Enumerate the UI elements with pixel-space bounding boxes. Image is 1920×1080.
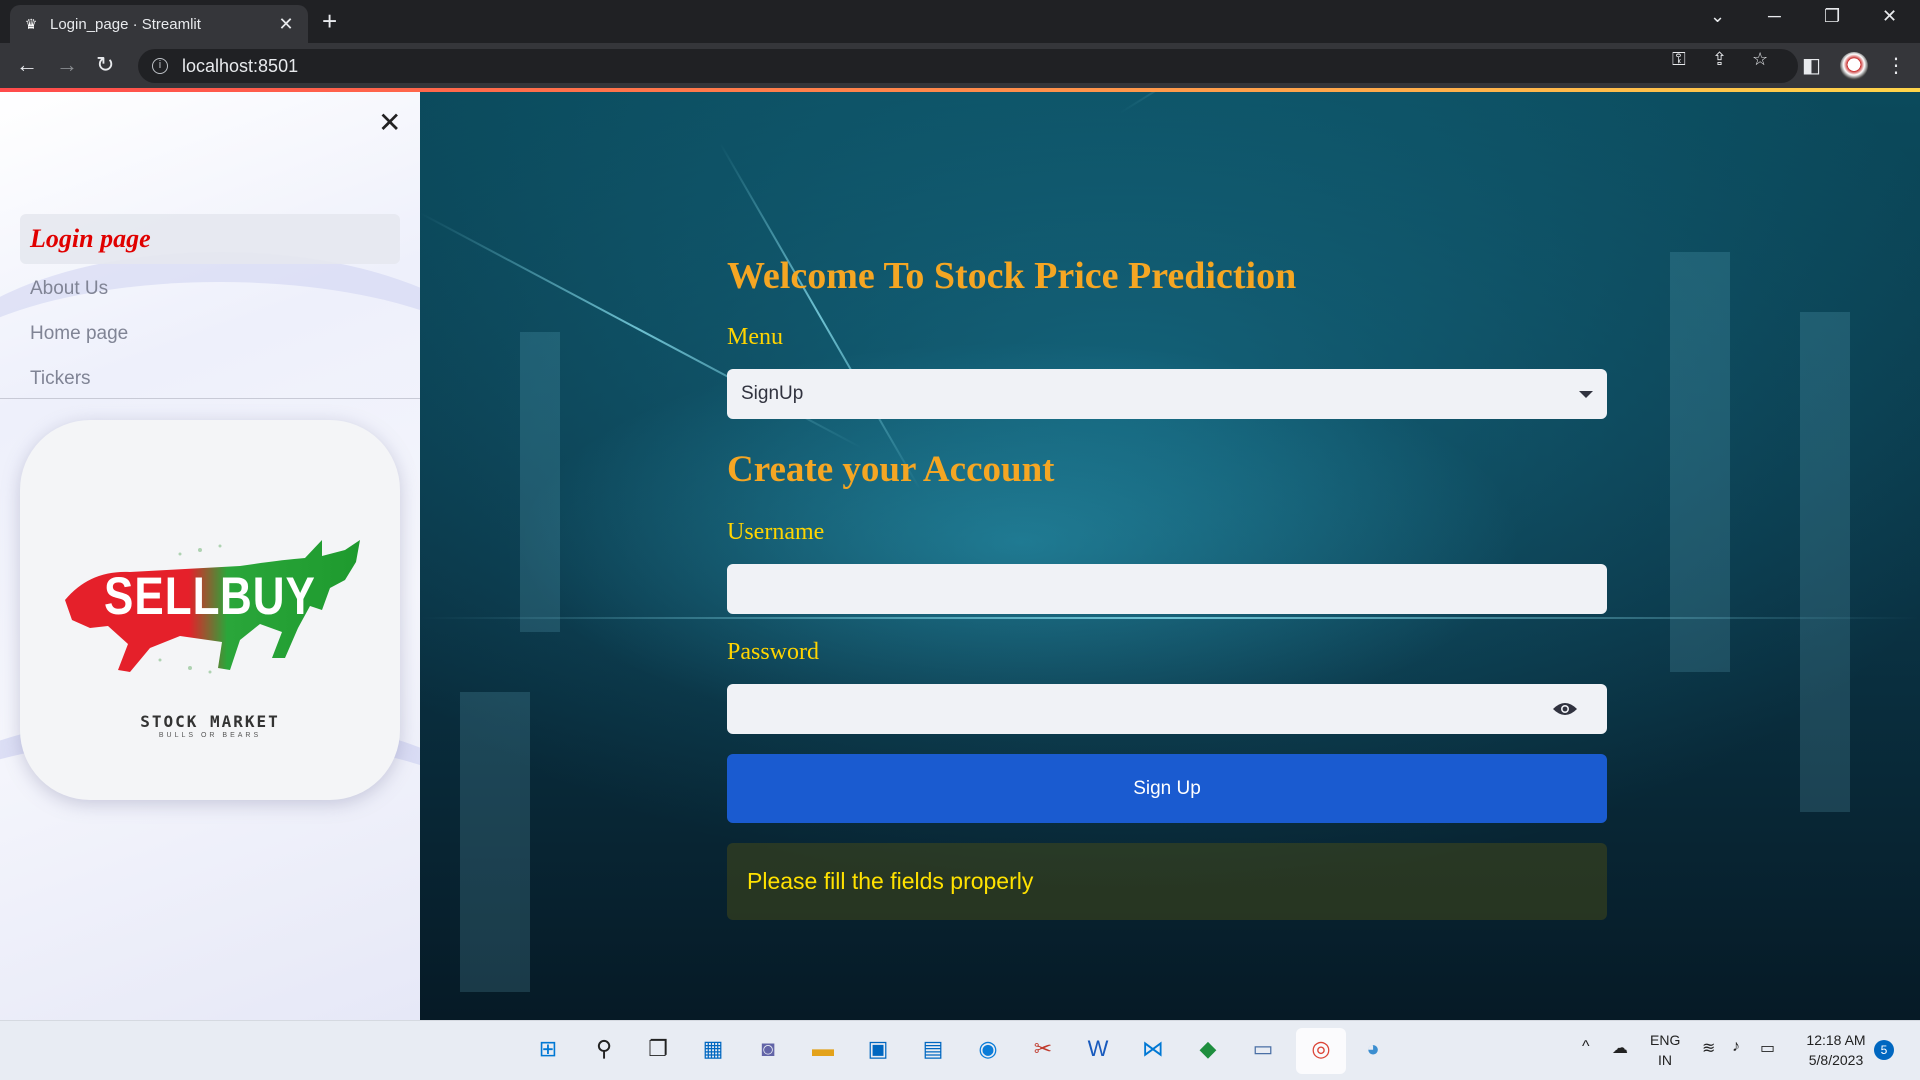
chevron-down-icon [1579,390,1593,398]
show-password-eye-icon[interactable] [1552,701,1578,717]
tab-search-icon[interactable]: ⌄ [1710,6,1725,27]
bg-building [1800,312,1850,812]
sidebar-divider [0,398,420,399]
sidebar-item-home-page[interactable]: Home page [30,323,128,345]
new-tab-button[interactable]: + [322,8,337,34]
menu-selected-value: SignUp [741,383,804,404]
page-title: Welcome To Stock Price Prediction [727,255,1297,297]
password-label: Password [727,639,820,665]
snipping-tool-icon[interactable]: ✂ [1027,1033,1059,1065]
stock-market-logo: SELL BUY STOCK MARKET BULLS OR BEARS [20,420,400,800]
username-field[interactable] [727,564,1607,614]
username-label: Username [727,519,825,545]
show-hidden-icons-icon[interactable]: ^ [1582,1038,1590,1056]
url-text: localhost:8501 [182,55,299,76]
sidebar-item-login-page[interactable]: Login page [20,214,400,264]
lang-bottom[interactable]: IN [1650,1052,1680,1068]
menu-dots-icon[interactable]: ⋮ [1886,53,1906,78]
battery-icon[interactable]: ▭ [1760,1038,1775,1058]
profile-avatar[interactable] [1840,52,1868,80]
lang-top[interactable]: ENG [1650,1032,1680,1048]
wifi-icon[interactable]: ≋ [1702,1038,1715,1058]
site-info-icon[interactable]: i [152,58,168,74]
browser-tab[interactable]: ♛ Login_page · Streamlit ✕ [10,5,308,43]
minimize-button[interactable]: ─ [1768,6,1781,27]
widgets-icon[interactable]: ▦ [697,1033,729,1065]
bg-light-streak [719,142,921,490]
vscode-icon[interactable]: ⋈ [1137,1033,1169,1065]
sign-up-button[interactable]: Sign Up [727,754,1607,823]
tab-bar: ♛ Login_page · Streamlit ✕ + ⌄ ─ ❐ ✕ [0,0,1920,43]
section-title: Create your Account [727,449,1055,490]
windows-start-icon[interactable]: ⊞ [532,1033,564,1065]
bg-light-streak [1119,92,1545,114]
store-icon[interactable]: ▣ [862,1033,894,1065]
logo-subtag: BULLS OR BEARS [158,732,262,739]
address-bar[interactable]: i localhost:8501 [138,49,1798,83]
github-desktop-icon[interactable]: ◆ [1192,1033,1224,1065]
volume-icon[interactable]: ♪ [1732,1038,1740,1056]
bg-building [520,332,560,632]
sidebar-item-about-us[interactable]: About Us [30,278,108,300]
bg-building [460,692,530,992]
clock-time[interactable]: 12:18 AM [1796,1032,1876,1048]
clock-date[interactable]: 5/8/2023 [1796,1052,1876,1068]
sidebar: ✕ Login page About Us Home page Tickers … [0,92,420,1020]
edge-icon[interactable]: ◉ [972,1033,1004,1065]
task-view-icon[interactable]: ❐ [642,1033,674,1065]
warning-alert: Please fill the fields properly [727,843,1607,920]
bookmark-star-icon[interactable]: ☆ [1752,49,1768,70]
side-panel-icon[interactable]: ◧ [1802,53,1821,78]
logo-tagline: STOCK MARKET [140,712,280,731]
logo-sell-text: SELL [104,567,221,626]
reload-icon[interactable]: ↻ [96,53,114,77]
cloud-icon[interactable]: ☁ [1612,1038,1628,1058]
close-sidebar-icon[interactable]: ✕ [378,106,401,139]
close-window-button[interactable]: ✕ [1882,6,1897,27]
chrome-icon[interactable]: ◎ [1305,1033,1337,1065]
share-icon[interactable]: ⇪ [1712,49,1727,70]
menu-label: Menu [727,324,783,350]
word-icon[interactable]: W [1082,1033,1114,1065]
main-content: Welcome To Stock Price Prediction Menu S… [420,92,1920,1020]
logo-buy-text: BUY [220,567,316,626]
bg-building [1670,252,1730,672]
search-icon[interactable]: ⚲ [588,1033,620,1065]
notification-badge[interactable]: 5 [1874,1040,1894,1060]
forward-icon[interactable]: → [56,53,78,77]
password-field[interactable] [727,684,1607,734]
app-icon[interactable]: ◕ [1357,1033,1389,1065]
close-tab-icon[interactable]: ✕ [276,14,296,35]
chat-icon[interactable]: ◙ [752,1033,784,1065]
remote-desktop-icon[interactable]: ▭ [1247,1033,1279,1065]
back-icon[interactable]: ← [16,53,38,77]
browser-toolbar: ← → ↻ i localhost:8501 ⚿ ⇪ ☆ ◧ ⋮ [0,43,1920,88]
tab-title: Login_page · Streamlit [50,15,201,33]
notepad-icon[interactable]: ▤ [917,1033,949,1065]
menu-select[interactable]: SignUp [727,369,1607,419]
sidebar-item-tickers[interactable]: Tickers [30,368,91,390]
restore-button[interactable]: ❐ [1824,6,1840,27]
key-icon[interactable]: ⚿ [1672,49,1686,70]
alert-text: Please fill the fields properly [747,868,1034,894]
file-explorer-icon[interactable]: ▬ [807,1033,839,1065]
windows-taskbar [0,1020,1920,1080]
streamlit-icon: ♛ [24,15,38,32]
